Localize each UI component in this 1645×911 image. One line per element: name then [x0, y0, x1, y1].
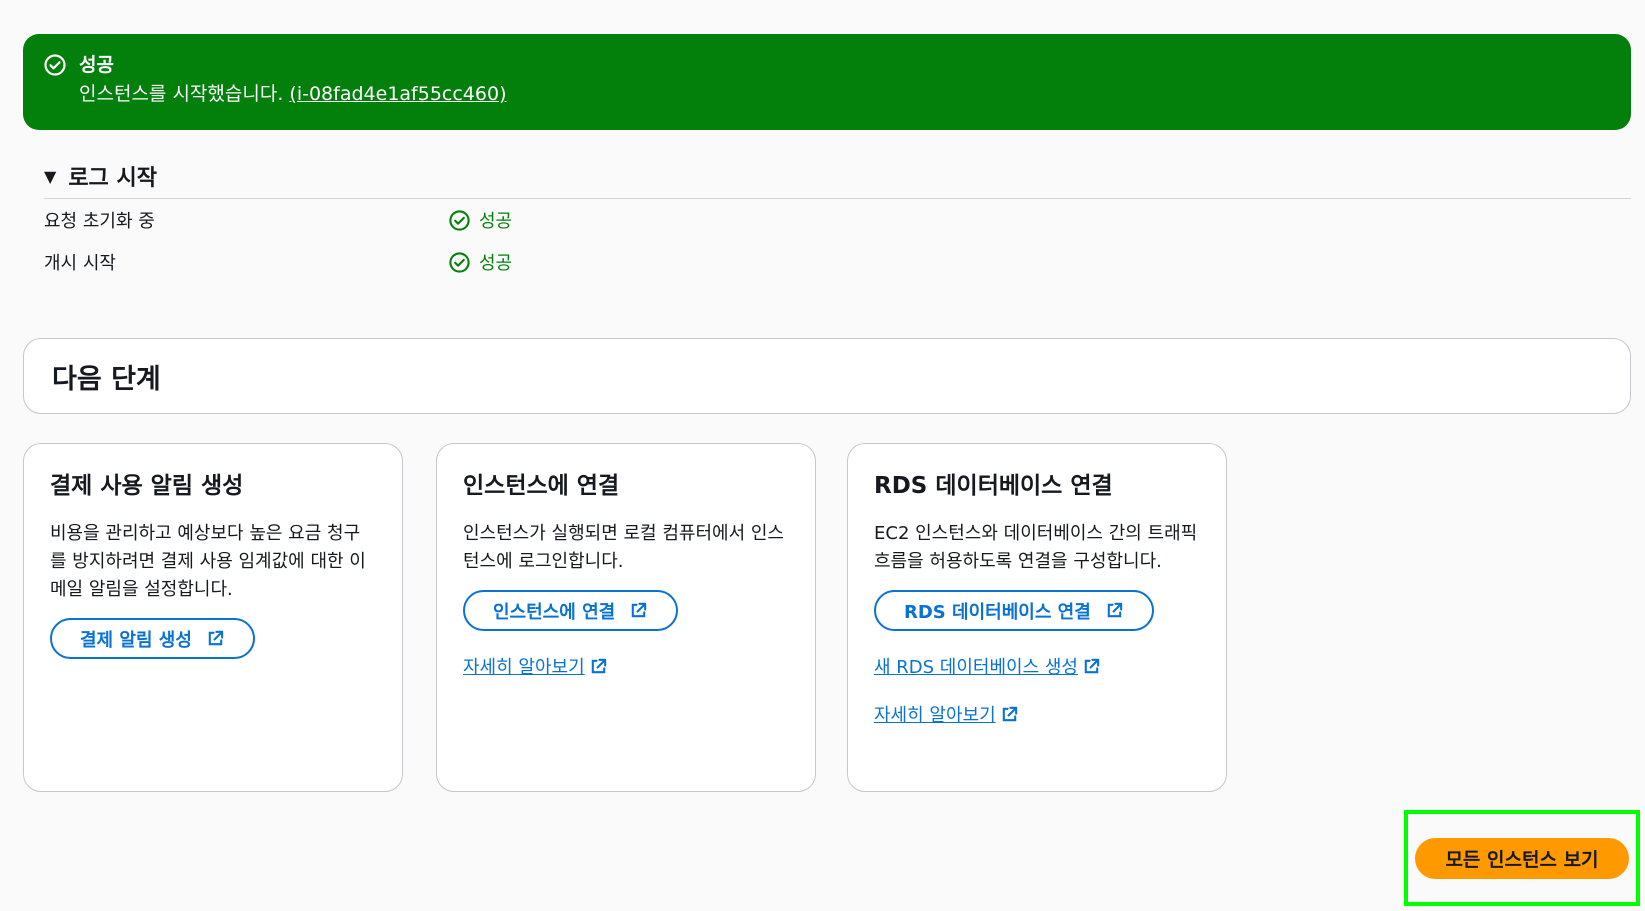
- log-row-status: 성공: [448, 249, 512, 275]
- flash-message-text: 인스턴스를 시작했습니다.: [79, 83, 284, 105]
- external-link-icon: [631, 602, 647, 618]
- log-row-label: 요청 초기화 중: [44, 211, 155, 232]
- log-row-label: 개시 시작: [44, 253, 116, 274]
- next-steps-title: 다음 단계: [52, 363, 161, 395]
- flash-message: 인스턴스를 시작했습니다. (i-08fad4e1af55cc460): [79, 79, 506, 109]
- create-rds-link[interactable]: 새 RDS 데이터베이스 생성: [874, 653, 1101, 679]
- card-rds-connect: RDS 데이터베이스 연결 EC2 인스턴스와 데이터베이스 간의 트래픽 흐름…: [847, 443, 1227, 792]
- external-link-icon: [591, 658, 606, 673]
- external-link-icon: [1002, 706, 1017, 721]
- log-row-status: 성공: [448, 207, 512, 233]
- log-row-status-text: 성공: [479, 253, 513, 274]
- card-billing-alert: 결제 사용 알림 생성 비용을 관리하고 예상보다 높은 요금 청구를 방지하려…: [23, 443, 403, 792]
- log-row-status-text: 성공: [479, 211, 513, 232]
- log-row: 개시 시작 성공: [44, 241, 1631, 283]
- create-billing-alert-button[interactable]: 결제 알림 생성: [50, 618, 255, 659]
- check-circle-icon: [449, 251, 470, 273]
- button-label: 인스턴스에 연결: [493, 601, 616, 623]
- card-description: EC2 인스턴스와 데이터베이스 간의 트래픽 흐름을 허용하도록 연결을 구성…: [874, 523, 1198, 572]
- card-connect-instance: 인스턴스에 연결 인스턴스가 실행되면 로컬 컴퓨터에서 인스턴스에 로그인합니…: [436, 443, 816, 792]
- view-all-highlight: 모든 인스턴스 보기: [1404, 810, 1640, 906]
- external-link-icon: [208, 630, 224, 646]
- launch-log-toggle[interactable]: ▼ 로그 시작: [44, 162, 1631, 199]
- card-description: 인스턴스가 실행되면 로컬 컴퓨터에서 인스턴스에 로그인합니다.: [463, 523, 784, 572]
- connect-rds-button[interactable]: RDS 데이터베이스 연결: [874, 590, 1154, 631]
- link-label: 자세히 알아보기: [463, 657, 585, 678]
- flash-title: 성공: [79, 54, 114, 76]
- button-label: RDS 데이터베이스 연결: [904, 601, 1091, 623]
- next-steps-header: 다음 단계: [23, 338, 1631, 414]
- log-row: 요청 초기화 중 성공: [44, 199, 1631, 241]
- launch-log-title: 로그 시작: [68, 166, 157, 191]
- card-title: RDS 데이터베이스 연결: [874, 473, 1113, 499]
- check-circle-icon: [44, 54, 66, 76]
- instance-id-link[interactable]: (i-08fad4e1af55cc460): [289, 83, 506, 105]
- link-label: 자세히 알아보기: [874, 705, 996, 726]
- launch-log: ▼ 로그 시작 요청 초기화 중 성공 개시 시작 성공: [44, 162, 1631, 283]
- view-all-instances-button[interactable]: 모든 인스턴스 보기: [1415, 837, 1629, 879]
- link-label: 새 RDS 데이터베이스 생성: [874, 657, 1078, 678]
- caret-down-icon: ▼: [44, 166, 57, 186]
- learn-more-link[interactable]: 자세히 알아보기: [874, 701, 1019, 727]
- card-title: 결제 사용 알림 생성: [50, 473, 244, 499]
- card-title: 인스턴스에 연결: [463, 473, 620, 499]
- learn-more-link[interactable]: 자세히 알아보기: [463, 653, 608, 679]
- success-flash: 성공 인스턴스를 시작했습니다. (i-08fad4e1af55cc460): [23, 34, 1631, 130]
- external-link-icon: [1107, 602, 1122, 618]
- check-circle-icon: [449, 209, 470, 231]
- card-description: 비용을 관리하고 예상보다 높은 요금 청구를 방지하려면 결제 사용 임계값에…: [50, 523, 366, 600]
- external-link-icon: [1084, 658, 1100, 673]
- button-label: 결제 알림 생성: [80, 629, 192, 651]
- connect-instance-button[interactable]: 인스턴스에 연결: [463, 590, 679, 631]
